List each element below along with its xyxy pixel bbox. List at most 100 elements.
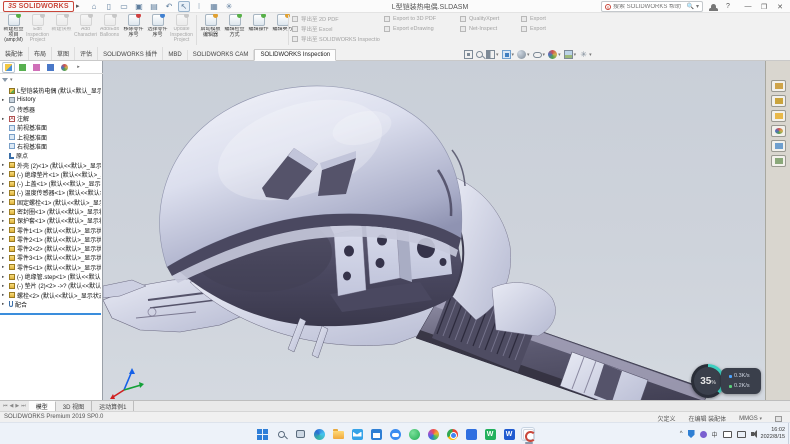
search-icon[interactable]: 🔍 <box>687 3 694 10</box>
select-balloons-button[interactable]: 选择零件序号 <box>146 14 169 46</box>
cloud-app-icon[interactable] <box>388 427 402 441</box>
configurationmanager-tab[interactable] <box>30 62 43 73</box>
microsoft-store-icon[interactable] <box>369 427 383 441</box>
tab-evaluate[interactable]: 评估 <box>75 47 98 60</box>
select-cursor-icon[interactable]: ↖ <box>178 1 190 12</box>
view-palette-icon[interactable] <box>771 125 786 137</box>
color-wheel-app-icon[interactable] <box>426 427 440 441</box>
new-inspection-project-button[interactable]: 新建检查项目 (amp;M) <box>2 14 25 46</box>
design-library-icon[interactable] <box>771 95 786 107</box>
minimize-button[interactable]: — <box>741 1 755 12</box>
options-gear-icon[interactable]: ✳ <box>223 1 235 12</box>
last-tab-icon[interactable]: ⏭ <box>21 403 26 409</box>
tree-item-part[interactable]: ▸(-) 上盖<1> (默认<<默认>_显示状 <box>0 179 101 188</box>
new-snapshot-button[interactable]: 新建快照 <box>50 14 73 46</box>
tree-item-part[interactable]: ▸零件1<1> (默认<<默认>_显示状态 <box>0 225 101 234</box>
export-clipped-button[interactable]: Export <box>521 24 555 34</box>
close-button[interactable]: ✕ <box>773 1 787 12</box>
undo-icon[interactable]: ↶ <box>163 1 175 12</box>
display-tray-icon[interactable] <box>737 431 746 438</box>
tab-3d-views[interactable]: 3D 视图 <box>56 401 92 411</box>
tree-item-front-plane[interactable]: 前视基准面 <box>0 123 101 132</box>
logo-flyout-icon[interactable]: ▸ <box>76 2 80 10</box>
featuremanager-tree-tab[interactable] <box>2 62 15 73</box>
export-inspection-project-button[interactable]: 导出至 SOLIDWORKS Inspection 项目 <box>292 34 380 44</box>
restore-button[interactable]: ❐ <box>757 1 771 12</box>
edit-appearance-icon[interactable] <box>548 50 557 59</box>
tree-item-part[interactable]: ▸外壳 (2)<1> (默认<<默认>_显示状 <box>0 160 101 169</box>
qualityxpert-button[interactable]: QualityXpert <box>460 14 516 24</box>
performance-icon[interactable]: ⁝ <box>193 1 205 12</box>
tree-item-part[interactable]: ▸零件2<2> (默认<<默认>_显示状 <box>0 244 101 253</box>
status-tag-icon[interactable] <box>775 416 782 422</box>
file-explorer-taskbar-icon[interactable] <box>331 427 345 441</box>
taskbar-search-icon[interactable] <box>274 427 288 441</box>
tree-item-part[interactable]: ▸(-) 温度传感器<1> (默认<<默认>_ <box>0 188 101 197</box>
hidden-icons-chevron[interactable]: ^ <box>680 431 683 437</box>
launch-template-editor-button[interactable]: 启动模板编辑器 <box>199 14 222 46</box>
next-tab-icon[interactable]: ▶ <box>15 403 19 409</box>
new-document-icon[interactable]: ▯ <box>103 1 115 12</box>
update-inspection-project-button[interactable]: Update Inspection Project <box>170 14 193 46</box>
assistant-ball-icon[interactable] <box>700 431 707 438</box>
export-2d-pdf-button[interactable]: 导出至 2D PDF <box>292 14 380 24</box>
tree-item-top-plane[interactable]: 上视基准面 <box>0 132 101 141</box>
graphics-viewport[interactable]: 35% 0.3K/s 0.2K/s <box>103 61 765 400</box>
tab-addins[interactable]: SOLIDWORKS 插件 <box>98 47 163 60</box>
tree-item-part[interactable]: ▸(-) 垫片 (2)<2> ->? (默认<<默认 <box>0 281 101 290</box>
export-excel-button[interactable]: 导出至 Excel <box>292 24 380 34</box>
keyboard-icon[interactable] <box>723 431 732 438</box>
home-icon[interactable]: ⌂ <box>88 1 100 12</box>
units-selector[interactable]: MMGS ▾ <box>739 416 762 422</box>
zoom-to-area-icon[interactable] <box>476 51 483 58</box>
tree-item-part[interactable]: ▸固定螺栓<1> (默认<<默认>_显示 <box>0 198 101 207</box>
section-view-icon[interactable] <box>486 50 495 59</box>
mail-icon[interactable] <box>350 427 364 441</box>
displaymanager-tab[interactable] <box>58 62 71 73</box>
custom-properties-icon[interactable] <box>771 155 786 167</box>
clock[interactable]: 16:02 2022/8/15 <box>761 427 785 441</box>
tree-item-part[interactable]: ▸(-) 绝缘垫片<1> (默认<<默认>_显 <box>0 170 101 179</box>
tree-item-history[interactable]: ▸History <box>0 95 101 104</box>
prev-tab-icon[interactable]: ◀ <box>10 403 14 409</box>
edit-inspection-methods-button[interactable]: 编辑检查方式 <box>223 14 246 46</box>
tree-filter[interactable]: ▾ <box>2 75 13 85</box>
tree-item-right-plane[interactable]: 右视基准面 <box>0 142 101 151</box>
dimxpertmanager-tab[interactable] <box>44 62 57 73</box>
word-icon[interactable]: W <box>502 427 516 441</box>
search-dropdown-icon[interactable]: ▾ <box>696 3 699 10</box>
volume-icon[interactable] <box>751 432 754 436</box>
task-view-icon[interactable] <box>293 427 307 441</box>
tree-item-annotations[interactable]: ▸A注解 <box>0 114 101 123</box>
open-document-icon[interactable]: ▭ <box>118 1 130 12</box>
solidworks-taskbar-icon[interactable] <box>521 427 535 441</box>
tab-cam[interactable]: SOLIDWORKS CAM <box>188 50 255 60</box>
tree-item-sensors[interactable]: 传感器 <box>0 105 101 114</box>
chrome-icon[interactable] <box>445 427 459 441</box>
tree-item-part[interactable]: ▸密封圈<1> (默认<<默认>_显示状 <box>0 207 101 216</box>
tree-item-mates[interactable]: ▸配合 <box>0 300 101 309</box>
file-explorer-icon[interactable] <box>771 110 786 122</box>
user-account-icon[interactable] <box>706 1 720 12</box>
add-edit-balloons-button[interactable]: Add/Edit Balloons <box>98 14 121 46</box>
tree-item-part[interactable]: ▸保护套<1> (默认<<默认>_显示状 <box>0 216 101 225</box>
hide-show-items-icon[interactable] <box>533 52 542 58</box>
zoom-to-fit-icon[interactable] <box>464 50 473 59</box>
speed-widget[interactable]: 35% 0.3K/s 0.2K/s <box>691 364 763 400</box>
save-icon[interactable]: ▣ <box>133 1 145 12</box>
wps-office-icon[interactable]: W <box>483 427 497 441</box>
search-input[interactable] <box>613 4 685 10</box>
tab-model[interactable]: 模型 <box>29 401 56 411</box>
solidworks-resources-icon[interactable] <box>771 80 786 92</box>
first-tab-icon[interactable]: ⏮ <box>3 403 8 409</box>
help-icon[interactable]: ? <box>721 1 735 12</box>
tab-layout[interactable]: 布局 <box>29 47 52 60</box>
view-orientation-icon[interactable] <box>502 50 511 59</box>
tab-sketch[interactable]: 草图 <box>52 47 75 60</box>
display-style-icon[interactable] <box>517 50 526 59</box>
tab-motion-study[interactable]: 运动算例1 <box>92 401 134 411</box>
help-search-box[interactable]: S 🔍 ▾ <box>601 1 703 12</box>
appearances-scenes-icon[interactable] <box>771 140 786 152</box>
remove-balloons-button[interactable]: 移除零件序号 <box>122 14 145 46</box>
export-clipped-button[interactable]: Export <box>521 14 555 24</box>
